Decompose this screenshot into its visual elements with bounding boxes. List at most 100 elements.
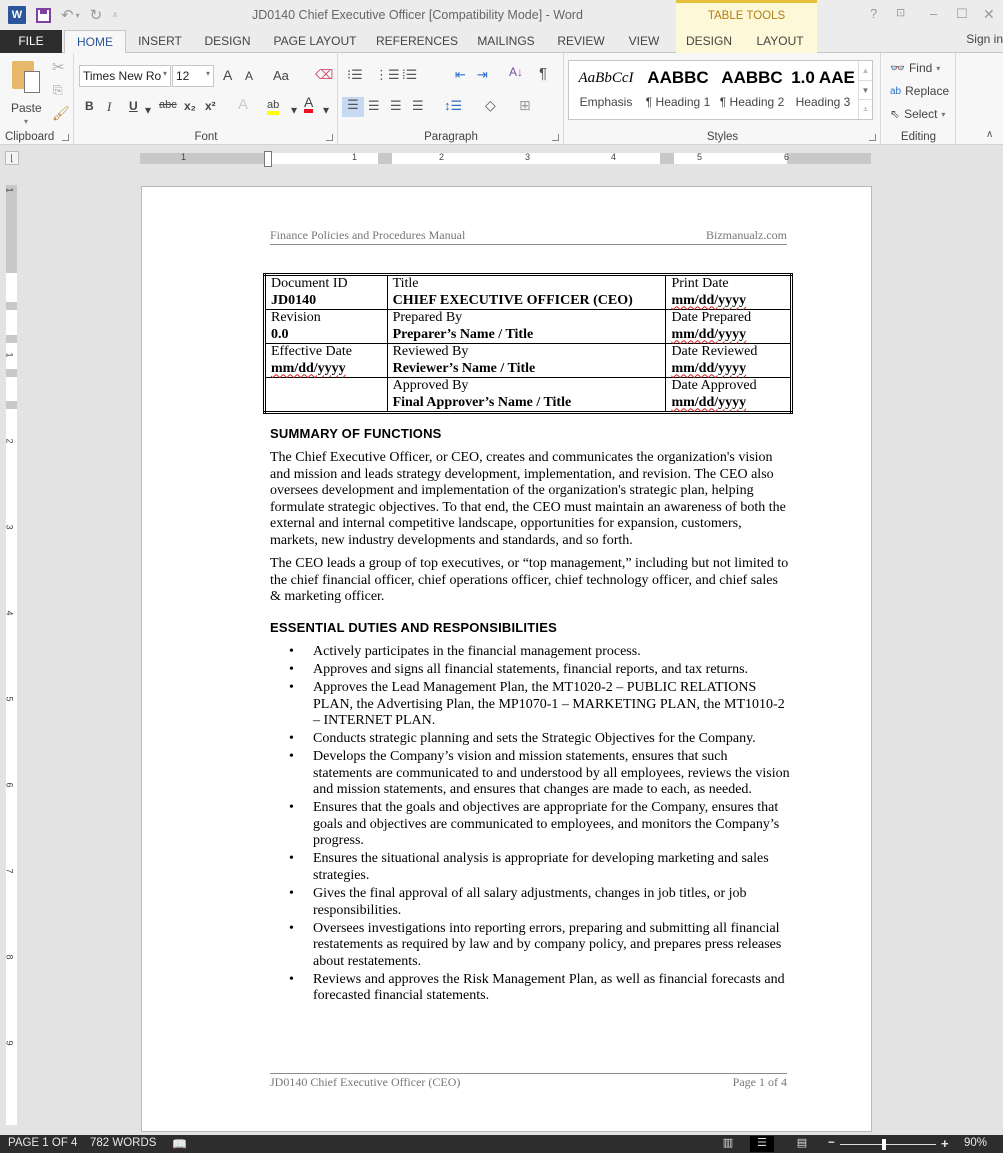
table-cell[interactable]: Effective Date mm/dd/yyyy — [264, 343, 388, 378]
style-heading-2[interactable]: AABBC ¶ Heading 2 — [715, 61, 789, 109]
tab-design[interactable]: DESIGN — [200, 30, 255, 53]
redo-icon[interactable]: ↻ — [90, 6, 103, 24]
collapse-ribbon-icon[interactable]: ∧ — [986, 129, 993, 140]
indent-marker-icon[interactable] — [264, 151, 272, 167]
maximize-icon[interactable]: ☐ — [956, 6, 968, 22]
tab-review[interactable]: REVIEW — [555, 30, 607, 53]
styles-launcher-icon[interactable] — [869, 134, 876, 141]
clipboard-launcher-icon[interactable] — [62, 134, 69, 141]
scroll-down-icon[interactable]: ▼ — [859, 80, 872, 99]
close-icon[interactable]: ✕ — [983, 6, 995, 23]
table-cell[interactable]: Print Date mm/dd/yyyy — [665, 274, 792, 310]
copy-icon[interactable]: ⎘ — [53, 83, 63, 98]
borders-icon[interactable]: ⊞ — [519, 97, 531, 114]
zoom-out-button[interactable]: − — [828, 1137, 835, 1149]
find-button[interactable]: 👓 Find ▾ — [890, 61, 940, 75]
table-cell[interactable]: Date Reviewed mm/dd/yyyy — [665, 343, 792, 378]
undo-dropdown-icon[interactable]: ▾ — [76, 11, 80, 20]
table-cell[interactable]: Date Prepared mm/dd/yyyy — [665, 309, 792, 344]
proofing-icon[interactable]: 📖 — [172, 1137, 187, 1151]
print-layout-icon[interactable]: ☰ — [750, 1136, 774, 1152]
horizontal-ruler[interactable]: 1 1 2 3 4 5 6 — [140, 151, 871, 167]
document-page[interactable]: Finance Policies and Procedures Manual B… — [141, 186, 872, 1132]
word-count-status[interactable]: 782 WORDS — [90, 1137, 156, 1149]
shrink-font-button[interactable]: A — [245, 69, 253, 83]
table-cell[interactable]: Document ID JD0140 — [264, 274, 388, 310]
zoom-level[interactable]: 90% — [964, 1137, 987, 1149]
table-cell[interactable]: Prepared By Preparer’s Name / Title — [386, 309, 667, 344]
read-mode-icon[interactable]: ▥ — [716, 1136, 740, 1152]
italic-button[interactable]: I — [107, 99, 111, 115]
word-app-icon[interactable]: W — [8, 6, 26, 24]
multilevel-list-icon[interactable]: ⁞☰ — [402, 67, 417, 83]
font-color-dropdown-icon[interactable]: ▾ — [323, 103, 329, 117]
line-spacing-icon[interactable]: ↕☰ — [444, 98, 462, 114]
clear-formatting-icon[interactable]: ⌫ — [315, 67, 333, 83]
select-button[interactable]: ⇖ Select ▾ — [890, 107, 945, 121]
web-layout-icon[interactable]: ▤ — [790, 1136, 814, 1152]
tab-references[interactable]: REFERENCES — [376, 30, 458, 53]
show-formatting-button[interactable]: ¶ — [539, 65, 547, 82]
tab-table-layout[interactable]: LAYOUT — [752, 30, 808, 53]
bold-button[interactable]: B — [85, 99, 94, 113]
decrease-indent-icon[interactable]: ⇤ — [455, 67, 466, 83]
justify-button[interactable]: ☰ — [412, 98, 424, 114]
style-emphasis[interactable]: AaBbCcI Emphasis — [573, 61, 639, 109]
save-icon[interactable] — [36, 7, 51, 23]
sign-in-link[interactable]: Sign in — [966, 32, 1003, 46]
align-center-button[interactable]: ☰ — [368, 98, 380, 114]
paragraph-launcher-icon[interactable] — [552, 134, 559, 141]
tab-insert[interactable]: INSERT — [134, 30, 186, 53]
table-cell[interactable]: Title CHIEF EXECUTIVE OFFICER (CEO) — [386, 274, 667, 310]
grow-font-button[interactable]: A — [223, 67, 232, 83]
ribbon-display-options-icon[interactable]: ⊡ — [896, 6, 905, 19]
zoom-slider[interactable] — [840, 1144, 936, 1145]
cut-icon[interactable]: ✂ — [52, 58, 65, 76]
more-styles-icon[interactable]: ⩡ — [859, 99, 872, 118]
minimize-icon[interactable]: – — [930, 6, 937, 21]
tab-page-layout[interactable]: PAGE LAYOUT — [270, 30, 360, 53]
font-size-combo[interactable]: 12 ▾ — [172, 65, 214, 87]
tab-table-design[interactable]: DESIGN — [684, 30, 734, 53]
highlight-dropdown-icon[interactable]: ▾ — [291, 103, 297, 117]
replace-button[interactable]: ab Replace — [890, 84, 949, 98]
highlight-button[interactable]: ab — [267, 99, 280, 115]
tab-home[interactable]: HOME — [64, 30, 126, 54]
font-name-combo[interactable]: Times New Ro ▾ — [79, 65, 171, 87]
increase-indent-icon[interactable]: ⇥ — [477, 67, 488, 83]
tab-selector-button[interactable]: ⌊ — [5, 151, 19, 165]
table-cell[interactable] — [264, 377, 388, 413]
format-painter-icon[interactable]: 🖌 — [52, 105, 70, 122]
zoom-slider-thumb[interactable] — [882, 1139, 886, 1150]
table-cell[interactable]: Reviewed By Reviewer’s Name / Title — [386, 343, 667, 378]
table-cell[interactable]: Date Approved mm/dd/yyyy — [665, 377, 792, 413]
superscript-button[interactable]: x² — [205, 99, 216, 113]
shading-icon[interactable]: ◇ — [485, 97, 496, 114]
text-effects-button[interactable]: A — [238, 96, 248, 113]
tab-mailings[interactable]: MAILINGS — [472, 30, 540, 53]
undo-icon[interactable]: ↶ — [61, 6, 74, 24]
subscript-button[interactable]: x₂ — [184, 99, 196, 113]
customize-qat-icon[interactable]: ⩡ — [112, 10, 118, 21]
font-launcher-icon[interactable] — [326, 134, 333, 141]
zoom-in-button[interactable]: + — [941, 1136, 949, 1151]
strikethrough-button[interactable]: abc — [159, 99, 177, 111]
table-cell[interactable]: Revision 0.0 — [264, 309, 388, 344]
scroll-up-icon[interactable]: ▲ — [859, 61, 872, 80]
help-icon[interactable]: ? — [870, 6, 877, 21]
table-cell[interactable]: Approved By Final Approver’s Name / Title — [386, 377, 667, 413]
font-color-button[interactable]: A — [304, 95, 314, 113]
page-count-status[interactable]: PAGE 1 OF 4 — [8, 1137, 77, 1149]
tab-view[interactable]: VIEW — [622, 30, 666, 53]
sort-icon[interactable]: A↓ — [509, 65, 523, 79]
tab-file[interactable]: FILE — [0, 30, 62, 53]
vertical-ruler[interactable]: 1 1 2 3 4 5 6 7 8 9 — [5, 185, 17, 1125]
align-right-button[interactable]: ☰ — [390, 98, 402, 114]
underline-dropdown-icon[interactable]: ▾ — [145, 103, 151, 117]
change-case-button[interactable]: Aa — [273, 68, 289, 83]
numbering-icon[interactable]: ⋮☰ — [375, 67, 400, 83]
style-heading-3[interactable]: 1.0 AAE Heading 3 — [787, 61, 859, 109]
underline-button[interactable]: U — [129, 99, 138, 113]
paste-button[interactable]: Paste ▾ — [8, 59, 46, 126]
styles-scroll[interactable]: ▲ ▼ ⩡ — [858, 61, 872, 119]
